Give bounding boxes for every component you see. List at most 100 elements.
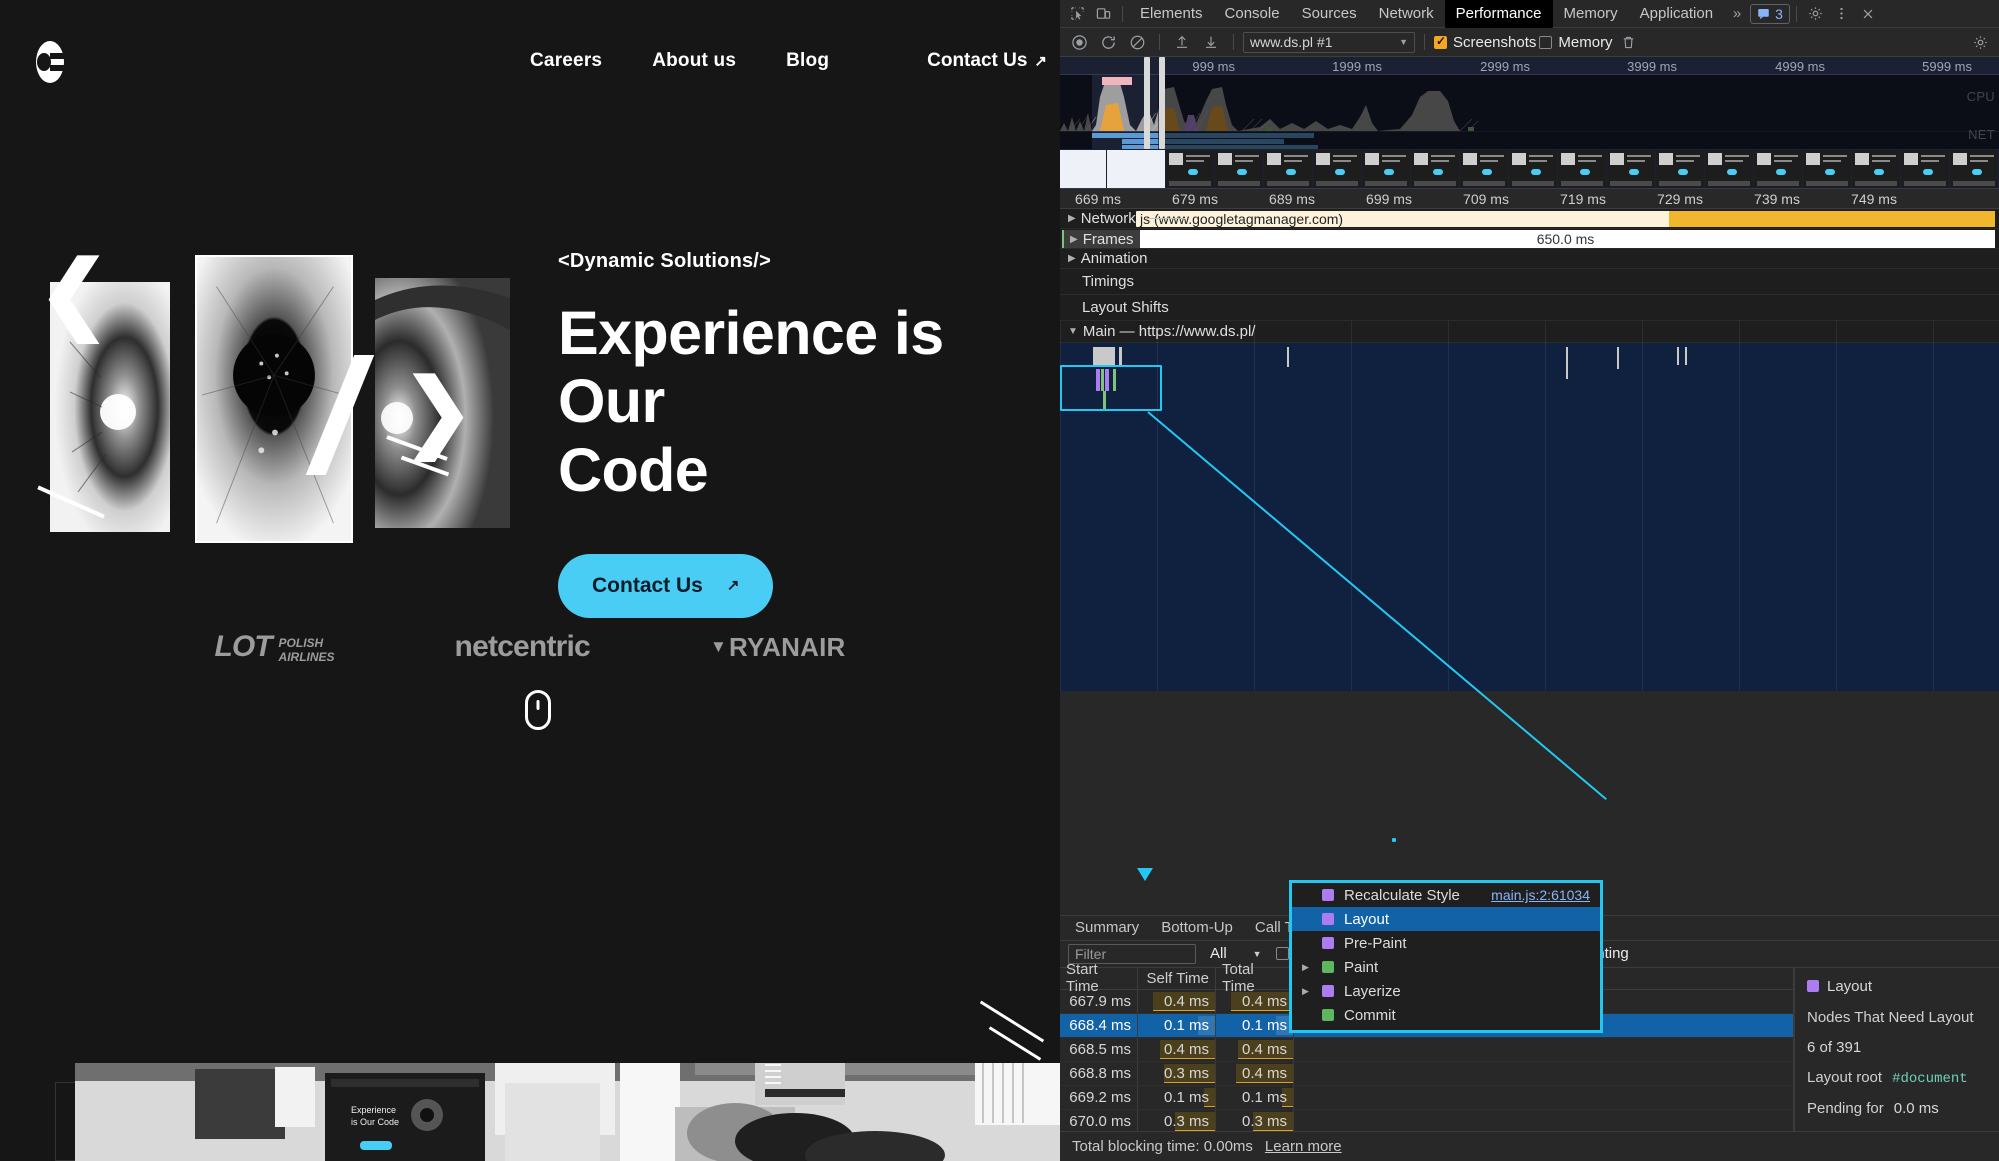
overview-window-right-handle[interactable]	[1159, 57, 1165, 149]
ds-logo-icon[interactable]	[28, 40, 72, 84]
filmstrip-frame[interactable]	[1754, 150, 1802, 188]
expand-triangle[interactable]: ▶	[1302, 962, 1312, 973]
tab-performance[interactable]: Performance	[1444, 0, 1553, 28]
nav-item-careers[interactable]: Careers	[530, 50, 602, 72]
profile-selector[interactable]: www.ds.pl #1 ▼	[1243, 31, 1415, 53]
tab-console[interactable]: Console	[1214, 0, 1291, 28]
duration-filter-dropdown[interactable]: All ▼	[1210, 945, 1262, 962]
activity-row-layout[interactable]: Layout	[1292, 907, 1600, 931]
filmstrip-frame[interactable]	[1060, 150, 1106, 188]
column-total-time[interactable]: Total Time	[1216, 961, 1294, 995]
device-toolbar-icon[interactable]	[1090, 2, 1116, 26]
filmstrip-frame[interactable]	[1509, 150, 1557, 188]
nav-item-blog[interactable]: Blog	[786, 50, 829, 72]
filmstrip-frame[interactable]	[1107, 150, 1165, 188]
track-frames-header[interactable]: ▶ Frames	[1062, 230, 1140, 248]
upload-profile-icon[interactable]	[1169, 30, 1195, 54]
detail-layout-root-value[interactable]: #document	[1892, 1071, 1968, 1087]
clear-icon[interactable]	[1124, 30, 1150, 54]
flame-event-task[interactable]	[1677, 347, 1679, 365]
frame-duration-bar[interactable]: 650.0 ms	[1136, 230, 1995, 248]
flame-event-task[interactable]	[1617, 347, 1619, 369]
trash-icon[interactable]	[1616, 30, 1642, 54]
overview-window-left-handle[interactable]	[1144, 57, 1150, 149]
activity-source-link[interactable]: main.js:2:61034	[1491, 887, 1590, 903]
column-self-time[interactable]: Self Time	[1138, 967, 1216, 989]
flame-event-layout[interactable]	[1105, 369, 1109, 391]
tab-elements[interactable]: Elements	[1129, 0, 1214, 28]
timeline-overview[interactable]: 999 ms 1999 ms 2999 ms 3999 ms 4999 ms 5…	[1060, 57, 1999, 150]
filmstrip-frame[interactable]	[1460, 150, 1508, 188]
flame-event-task[interactable]	[1287, 347, 1289, 367]
learn-more-link[interactable]: Learn more	[1265, 1138, 1342, 1155]
track-layout-shifts[interactable]: Layout Shifts	[1060, 295, 1999, 321]
screenshots-checkbox[interactable]: Screenshots	[1434, 34, 1536, 51]
filmstrip-frame[interactable]	[1852, 150, 1900, 188]
activity-row-pre-paint[interactable]: Pre-Paint	[1292, 931, 1600, 955]
download-profile-icon[interactable]	[1198, 30, 1224, 54]
filmstrip-frame[interactable]	[1705, 150, 1753, 188]
flame-event-paint-child[interactable]	[1103, 391, 1106, 411]
memory-checkbox[interactable]: Memory	[1539, 34, 1613, 51]
flame-event-task[interactable]	[1119, 347, 1122, 367]
flame-event-paint[interactable]	[1101, 369, 1104, 391]
column-start-time[interactable]: Start Time	[1060, 961, 1138, 995]
flame-event-task[interactable]	[1685, 347, 1687, 365]
flame-event-recalc-style[interactable]	[1096, 369, 1100, 391]
inspect-element-icon[interactable]	[1064, 2, 1090, 26]
filmstrip-frame[interactable]	[1656, 150, 1704, 188]
reload-record-icon[interactable]	[1095, 30, 1121, 54]
track-animation[interactable]: ▶ Animation	[1060, 249, 1999, 269]
nav-item-about-us[interactable]: About us	[652, 50, 736, 72]
filmstrip-frame[interactable]	[1901, 150, 1949, 188]
track-main-flamechart[interactable]: ▼ Main — https://www.ds.pl/	[1060, 321, 1999, 801]
track-main-header[interactable]: ▼ Main — https://www.ds.pl/	[1060, 321, 1999, 343]
table-row[interactable]: 668.5 ms 0.4 ms 0.4 ms	[1060, 1037, 1794, 1062]
activity-row-commit[interactable]: Commit	[1292, 1003, 1600, 1027]
issues-badge[interactable]: 3	[1750, 3, 1790, 24]
filmstrip-frame[interactable]	[1362, 150, 1410, 188]
filmstrip-frame[interactable]	[1950, 150, 1998, 188]
activity-row-paint[interactable]: ▶ Paint	[1292, 955, 1600, 979]
activity-row-recalculate-style[interactable]: Recalculate Style main.js:2:61034	[1292, 883, 1600, 907]
flame-event-task[interactable]	[1566, 347, 1568, 379]
carousel-image-center[interactable]	[195, 255, 353, 543]
carousel-prev-chevron-icon[interactable]: ❮	[38, 250, 110, 336]
expand-triangle[interactable]: ▶	[1302, 986, 1312, 997]
tab-summary[interactable]: Summary	[1064, 916, 1150, 939]
activity-row-layerize[interactable]: ▶ Layerize	[1292, 979, 1600, 1003]
chevron-double-right-icon[interactable]: »	[1724, 2, 1750, 26]
tab-application[interactable]: Application	[1629, 0, 1724, 28]
gear-icon[interactable]	[1803, 2, 1829, 26]
tab-sources[interactable]: Sources	[1291, 0, 1368, 28]
filmstrip-frame[interactable]	[1313, 150, 1361, 188]
track-network-header[interactable]: ▶ Network	[1060, 210, 1191, 227]
carousel-next-chevron-icon[interactable]: ❯	[402, 368, 474, 454]
hero-contact-us-button[interactable]: Contact Us ↗	[558, 553, 774, 618]
filmstrip-frame[interactable]	[1215, 150, 1263, 188]
track-layout-shifts-header[interactable]: Layout Shifts	[1060, 299, 1169, 316]
track-network[interactable]: ▶ Network js (www.googletagmanager.com)	[1060, 209, 1999, 229]
table-row[interactable]: 668.8 ms 0.3 ms 0.4 ms	[1060, 1061, 1794, 1086]
record-icon[interactable]	[1066, 30, 1092, 54]
table-row[interactable]: 669.2 ms 0.1 ms 0.1 ms	[1060, 1085, 1794, 1110]
filmstrip-frame[interactable]	[1607, 150, 1655, 188]
filmstrip-frame[interactable]	[1166, 150, 1214, 188]
filmstrip-frame[interactable]	[1264, 150, 1312, 188]
track-frames[interactable]: 650.0 ms ▶ Frames	[1060, 229, 1999, 249]
close-icon[interactable]	[1855, 2, 1881, 26]
screenshot-filmstrip[interactable]	[1060, 149, 1999, 189]
track-timings-header[interactable]: Timings	[1060, 273, 1134, 290]
track-timings[interactable]: Timings	[1060, 269, 1999, 295]
filmstrip-frame[interactable]	[1411, 150, 1459, 188]
nav-contact-us-link[interactable]: Contact Us ↗	[927, 50, 1047, 72]
track-animation-header[interactable]: ▶ Animation	[1060, 250, 1147, 267]
kebab-menu-icon[interactable]	[1829, 2, 1855, 26]
flame-event-commit[interactable]	[1113, 369, 1116, 391]
tab-memory[interactable]: Memory	[1553, 0, 1629, 28]
gear-icon[interactable]	[1967, 30, 1993, 54]
filmstrip-frame[interactable]	[1558, 150, 1606, 188]
network-request-bar[interactable]: js (www.googletagmanager.com)	[1136, 211, 1995, 227]
flame-event-task[interactable]	[1093, 347, 1115, 367]
filmstrip-frame[interactable]	[1803, 150, 1851, 188]
